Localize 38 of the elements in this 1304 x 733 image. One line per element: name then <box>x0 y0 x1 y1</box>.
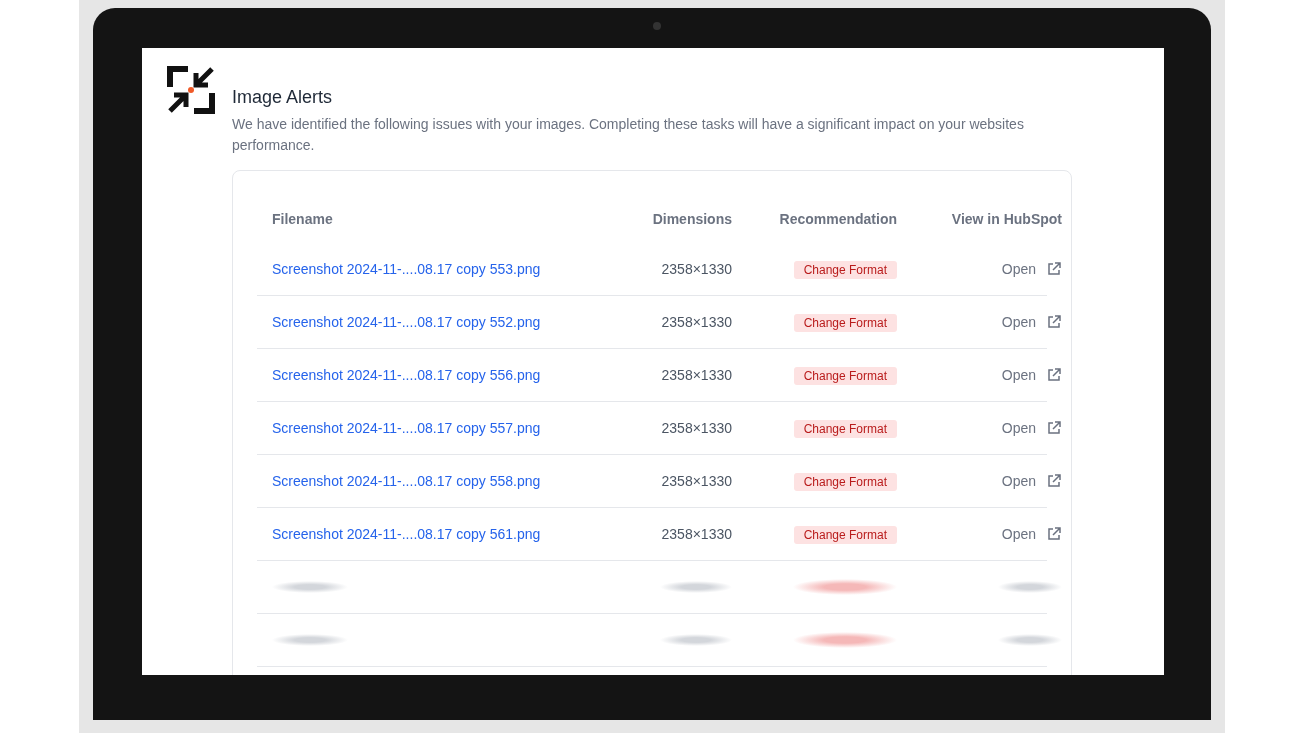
external-link-icon <box>1046 261 1062 277</box>
filename-link[interactable]: Screenshot 2024-11-....08.17 copy 561.png <box>272 526 612 542</box>
column-header: View in HubSpot <box>951 211 1062 227</box>
open-link[interactable]: Open <box>1001 420 1036 436</box>
recommendation-tag: Change Format <box>793 367 897 385</box>
filename-link[interactable]: Screenshot 2024-11-....08.17 copy 552.png <box>272 314 612 330</box>
dimensions-text: 2358×1330 <box>661 314 732 330</box>
recommendation-tag: Change Format <box>793 314 897 332</box>
external-link-icon <box>1046 367 1062 383</box>
dimensions-text: 2358×1330 <box>661 473 732 489</box>
filename-link[interactable]: Screenshot 2024-11-....08.17 copy 553.png <box>272 261 612 277</box>
filename-link[interactable]: Screenshot 2024-11-....08.17 copy 556.png <box>272 367 612 383</box>
recommendation-tag: Change Format <box>793 420 897 438</box>
compress-arrows-icon <box>166 65 216 115</box>
open-link[interactable]: Open <box>1001 314 1036 330</box>
open-link[interactable]: Open <box>1001 473 1036 489</box>
recommendation-tag: Change Format <box>793 473 897 491</box>
recommendation-tag: Change Format <box>793 261 897 279</box>
external-link-icon <box>1046 526 1062 542</box>
column-header: Filename <box>272 211 334 227</box>
external-link-icon <box>1046 420 1062 436</box>
dimensions-text: 2358×1330 <box>661 526 732 542</box>
camera-icon <box>653 22 661 30</box>
open-link[interactable]: Open <box>1001 261 1036 277</box>
column-header: Dimensions <box>652 211 732 227</box>
open-link[interactable]: Open <box>1001 526 1036 542</box>
dimensions-text: 2358×1330 <box>661 367 732 383</box>
filename-link[interactable]: Screenshot 2024-11-....08.17 copy 557.png <box>272 420 612 436</box>
recommendation-tag: Change Format <box>793 526 897 544</box>
external-link-icon <box>1046 314 1062 330</box>
page-title: Image Alerts <box>232 87 334 108</box>
page-description: We have identified the following issues with your images. Completing these tasks will have a significant impact on your websites performance. <box>232 115 1025 155</box>
column-header: Recommendation <box>779 211 897 227</box>
dimensions-text: 2358×1330 <box>661 420 732 436</box>
dimensions-text: 2358×1330 <box>661 261 732 277</box>
filename-link[interactable]: Screenshot 2024-11-....08.17 copy 558.png <box>272 473 612 489</box>
external-link-icon <box>1046 473 1062 489</box>
open-link[interactable]: Open <box>1001 367 1036 383</box>
